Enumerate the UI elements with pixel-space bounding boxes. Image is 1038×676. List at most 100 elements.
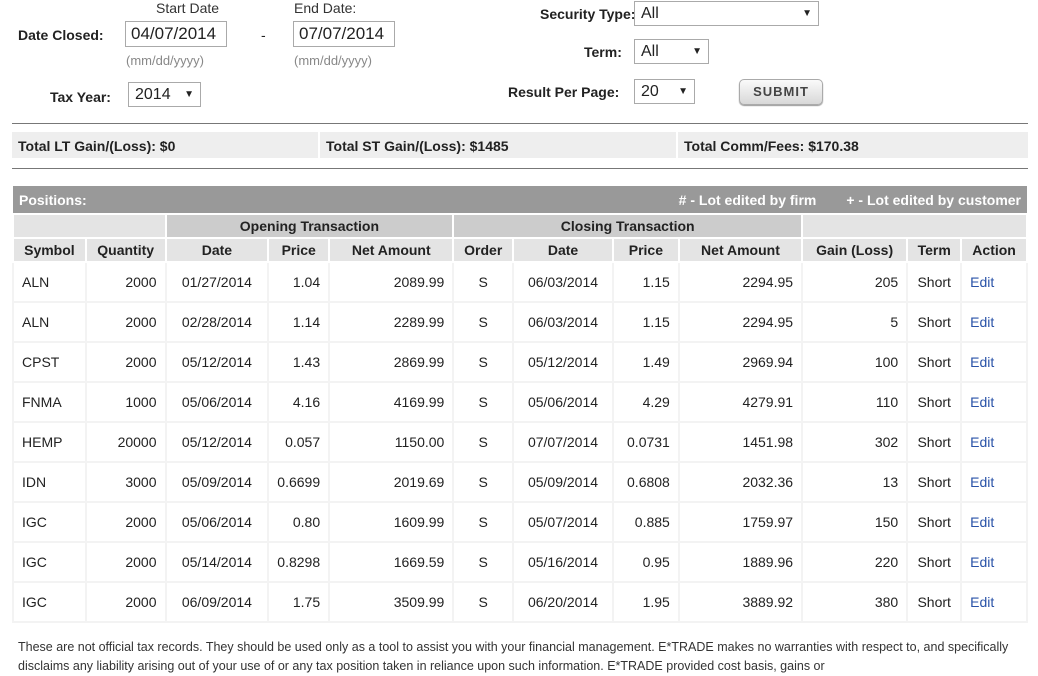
edit-link[interactable]: Edit bbox=[970, 514, 994, 530]
column-header-open-net-amount[interactable]: Net Amount bbox=[328, 237, 455, 263]
cell-order: S bbox=[452, 381, 515, 423]
cell-open-date: 05/06/2014 bbox=[164, 381, 270, 423]
disclaimer: These are not official tax records. They… bbox=[18, 640, 1009, 673]
cell-order: S bbox=[452, 261, 515, 303]
cell-open-net-amount: 1669.59 bbox=[328, 541, 455, 583]
totals-bar: Total LT Gain/(Loss): $0 Total ST Gain/(… bbox=[12, 132, 1028, 158]
cell-term: Short bbox=[906, 421, 963, 463]
cell-action: Edit bbox=[960, 421, 1028, 463]
cell-close-price: 0.0731 bbox=[611, 421, 680, 463]
column-header-quantity[interactable]: Quantity bbox=[84, 237, 167, 263]
cell-symbol: IGC bbox=[12, 541, 87, 583]
cell-open-date: 05/14/2014 bbox=[164, 541, 270, 583]
opening-transaction-header: Opening Transaction bbox=[164, 213, 455, 239]
cell-close-price: 4.29 bbox=[611, 381, 680, 423]
column-header-close-date[interactable]: Date bbox=[512, 237, 614, 263]
cell-open-net-amount: 1150.00 bbox=[328, 421, 455, 463]
cell-symbol: IGC bbox=[12, 501, 87, 543]
cell-action: Edit bbox=[960, 541, 1028, 583]
cell-open-net-amount: 2869.99 bbox=[328, 341, 455, 383]
cell-close-date: 05/07/2014 bbox=[512, 501, 614, 543]
result-per-page-select[interactable]: 20 ▼ bbox=[634, 79, 695, 104]
cell-open-net-amount: 2089.99 bbox=[328, 261, 455, 303]
cell-open-net-amount: 3509.99 bbox=[328, 581, 455, 623]
closing-transaction-header: Closing Transaction bbox=[452, 213, 804, 239]
cell-close-price: 1.15 bbox=[611, 261, 680, 303]
edit-link[interactable]: Edit bbox=[970, 314, 994, 330]
start-date-input[interactable]: 04/07/2014 bbox=[125, 21, 227, 47]
column-header-order[interactable]: Order bbox=[452, 237, 515, 263]
cell-gain-loss: 302 bbox=[801, 421, 909, 463]
cell-quantity: 20000 bbox=[84, 421, 167, 463]
cell-close-date: 06/03/2014 bbox=[512, 301, 614, 343]
term-value: All bbox=[641, 42, 659, 60]
cell-order: S bbox=[452, 581, 515, 623]
cell-order: S bbox=[452, 341, 515, 383]
column-header-open-price[interactable]: Price bbox=[267, 237, 331, 263]
cell-open-date: 01/27/2014 bbox=[164, 261, 270, 303]
tax-year-label: Tax Year: bbox=[50, 89, 111, 105]
edit-link[interactable]: Edit bbox=[970, 434, 994, 450]
legend-customer: + - Lot edited by customer bbox=[846, 191, 1021, 208]
column-header-gain-loss[interactable]: Gain (Loss) bbox=[801, 237, 909, 263]
security-type-value: All bbox=[641, 4, 659, 22]
cell-symbol: FNMA bbox=[12, 381, 87, 423]
cell-term: Short bbox=[906, 341, 963, 383]
cell-symbol: ALN bbox=[12, 261, 87, 303]
total-lt-gain: Total LT Gain/(Loss): $0 bbox=[12, 132, 320, 158]
cell-action: Edit bbox=[960, 381, 1028, 423]
tax-year-select[interactable]: 2014 ▼ bbox=[128, 82, 201, 107]
edit-link[interactable]: Edit bbox=[970, 354, 994, 370]
cell-gain-loss: 220 bbox=[801, 541, 909, 583]
end-date-input[interactable]: 07/07/2014 bbox=[293, 21, 395, 47]
table-row: FNMA 1000 05/06/2014 4.16 4169.99 S 05/06/2014… bbox=[12, 381, 1028, 423]
cell-action: Edit bbox=[960, 301, 1028, 343]
result-per-page-label: Result Per Page: bbox=[508, 84, 620, 100]
edit-link[interactable]: Edit bbox=[970, 474, 994, 490]
cell-close-net-amount: 4279.91 bbox=[677, 381, 804, 423]
edit-link[interactable]: Edit bbox=[970, 554, 994, 570]
cell-action: Edit bbox=[960, 461, 1028, 503]
edit-link[interactable]: Edit bbox=[970, 594, 994, 610]
cell-close-price: 0.95 bbox=[611, 541, 680, 583]
tax-year-value: 2014 bbox=[135, 85, 171, 103]
cell-gain-loss: 150 bbox=[801, 501, 909, 543]
cell-open-net-amount: 4169.99 bbox=[328, 381, 455, 423]
positions-header: Positions: # - Lot edited by firm + - Lot… bbox=[13, 186, 1027, 214]
cell-action: Edit bbox=[960, 581, 1028, 623]
cell-close-net-amount: 2032.36 bbox=[677, 461, 804, 503]
column-header-action[interactable]: Action bbox=[960, 237, 1028, 263]
cell-open-price: 1.75 bbox=[267, 581, 331, 623]
column-header-close-net-amount[interactable]: Net Amount bbox=[677, 237, 804, 263]
cell-close-date: 05/06/2014 bbox=[512, 381, 614, 423]
chevron-down-icon: ▼ bbox=[184, 89, 194, 100]
cell-open-date: 05/09/2014 bbox=[164, 461, 270, 503]
cell-close-price: 0.885 bbox=[611, 501, 680, 543]
total-st-gain: Total ST Gain/(Loss): $1485 bbox=[320, 132, 678, 158]
cell-close-price: 1.49 bbox=[611, 341, 680, 383]
security-type-select[interactable]: All ▼ bbox=[634, 1, 819, 26]
term-select[interactable]: All ▼ bbox=[634, 39, 709, 64]
table-row: IGC 2000 06/09/2014 1.75 3509.99 S 06/20/2014 1… bbox=[12, 581, 1028, 623]
cell-open-net-amount: 2289.99 bbox=[328, 301, 455, 343]
cell-close-date: 06/20/2014 bbox=[512, 581, 614, 623]
table-row: CPST 2000 05/12/2014 1.43 2869.99 S 05/12/2014… bbox=[12, 341, 1028, 383]
cell-open-price: 0.80 bbox=[267, 501, 331, 543]
column-header-symbol[interactable]: Symbol bbox=[12, 237, 87, 263]
start-date-label: Start Date bbox=[156, 0, 220, 16]
column-header-open-date[interactable]: Date bbox=[164, 237, 270, 263]
edit-link[interactable]: Edit bbox=[970, 394, 994, 410]
cell-open-date: 06/09/2014 bbox=[164, 581, 270, 623]
cell-close-price: 1.15 bbox=[611, 301, 680, 343]
positions-title: Positions: bbox=[13, 186, 514, 214]
cell-quantity: 2000 bbox=[84, 541, 167, 583]
cell-quantity: 3000 bbox=[84, 461, 167, 503]
cell-gain-loss: 5 bbox=[801, 301, 909, 343]
column-header-close-price[interactable]: Price bbox=[611, 237, 680, 263]
submit-button[interactable]: SUBMIT bbox=[739, 79, 823, 105]
cell-close-net-amount: 2969.94 bbox=[677, 341, 804, 383]
table-row: IGC 2000 05/06/2014 0.80 1609.99 S 05/07/2014 0… bbox=[12, 501, 1028, 543]
column-header-term[interactable]: Term bbox=[906, 237, 963, 263]
cell-close-net-amount: 2294.95 bbox=[677, 261, 804, 303]
edit-link[interactable]: Edit bbox=[970, 274, 994, 290]
